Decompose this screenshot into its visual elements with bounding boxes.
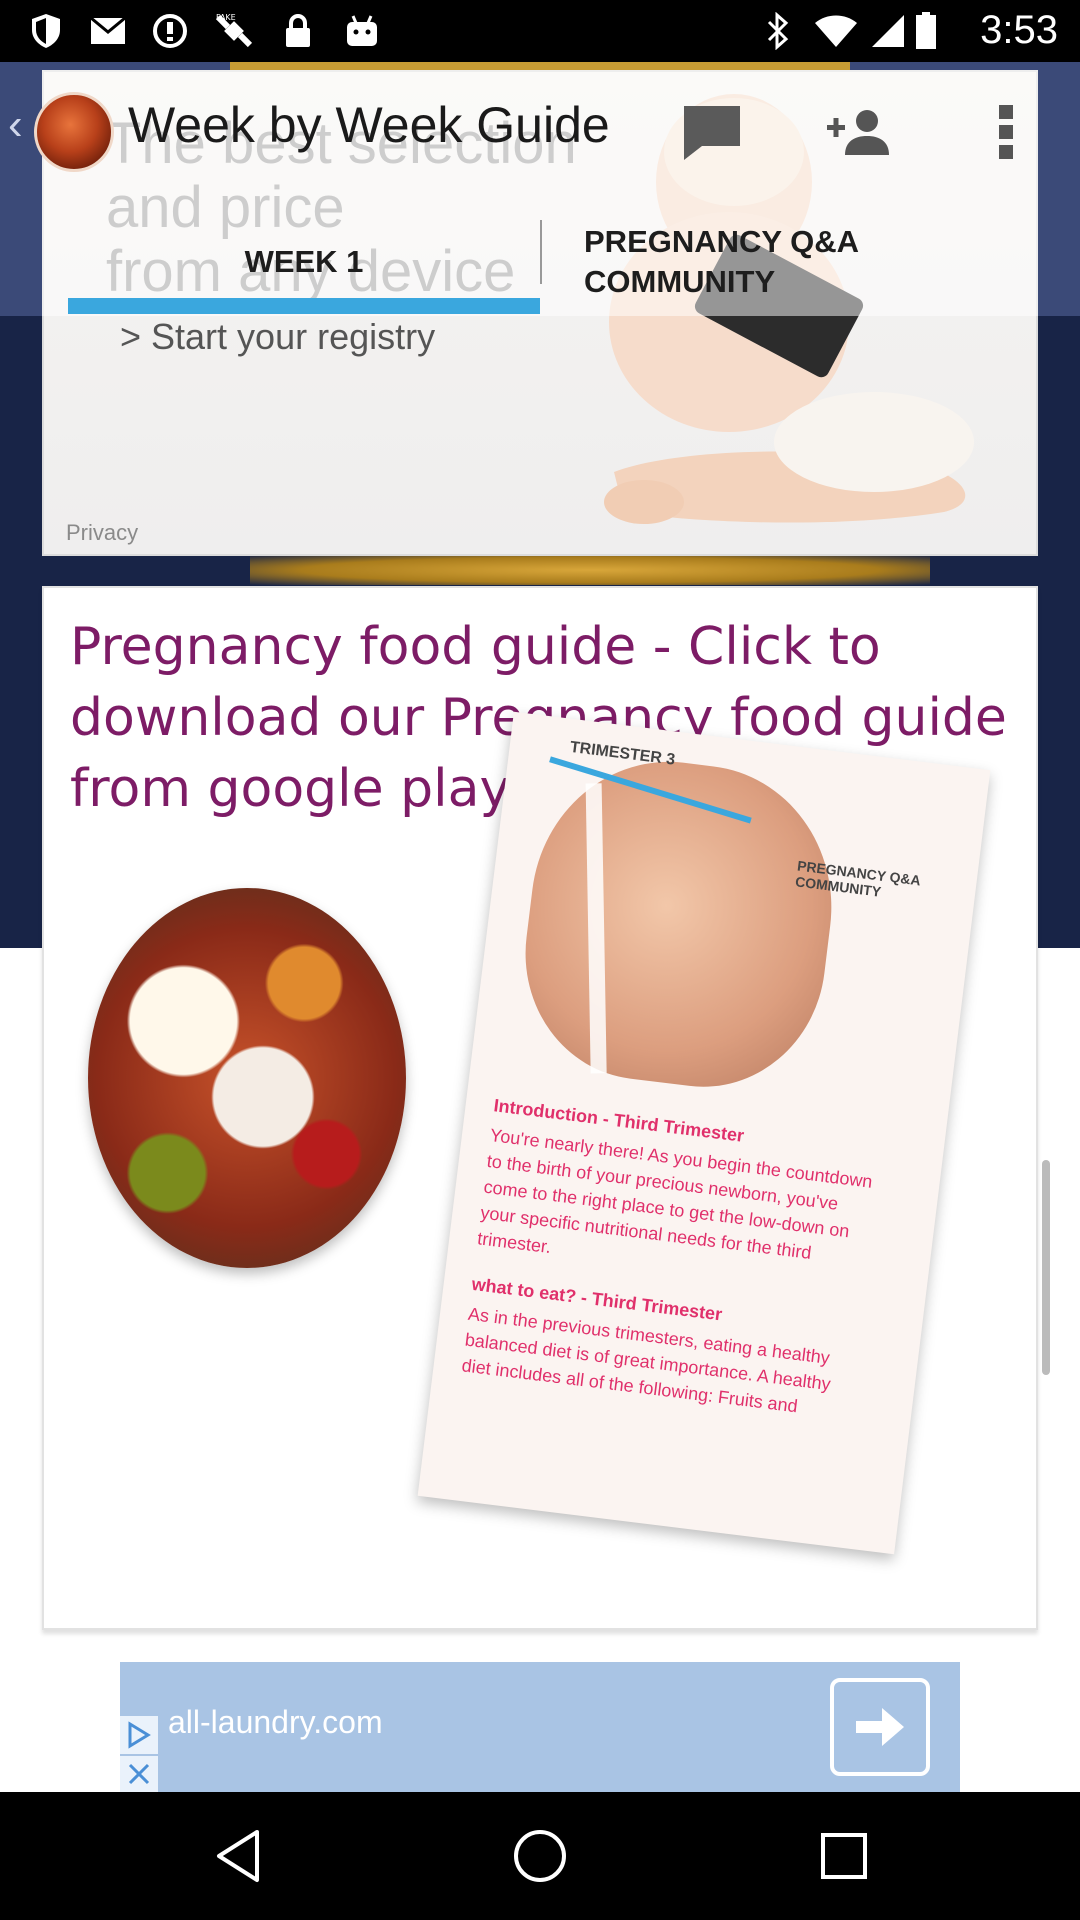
chat-icon	[684, 106, 740, 160]
home-icon	[514, 1830, 566, 1882]
arrow-right-icon	[856, 1708, 904, 1746]
back-button[interactable]	[198, 1816, 278, 1896]
chevron-left-icon: ‹	[8, 100, 23, 149]
promo-card[interactable]: Pregnancy food guide - Click to download…	[42, 586, 1038, 1630]
underlying-decoration	[250, 555, 930, 585]
back-icon	[217, 1830, 259, 1882]
ad-privacy-link[interactable]: Privacy	[66, 520, 138, 546]
add-person-icon	[827, 110, 889, 155]
recents-button[interactable]	[804, 1816, 884, 1896]
add-person-button[interactable]	[816, 92, 900, 172]
app-logo[interactable]	[34, 92, 114, 172]
ad-registry-link[interactable]: > Start your registry	[120, 316, 435, 358]
svg-text:FAKE: FAKE	[216, 13, 236, 22]
ad-choices-icon[interactable]	[120, 1716, 158, 1754]
more-vert-icon	[999, 105, 1013, 159]
tab-pregnancy-qa-community[interactable]: PREGNANCY Q&A COMMUNITY	[584, 210, 984, 314]
lock-icon	[278, 11, 318, 51]
shield-icon	[26, 11, 66, 51]
status-time: 3:53	[980, 8, 1058, 52]
tab-divider	[540, 220, 542, 284]
status-bar: FAKE 3:53	[0, 0, 1080, 62]
close-icon[interactable]	[120, 1756, 158, 1792]
banner-arrow-button[interactable]	[830, 1678, 930, 1776]
more-options-button[interactable]	[964, 92, 1048, 172]
tab-selected-indicator	[68, 298, 540, 314]
navigation-bar	[0, 1792, 1080, 1920]
mail-icon	[88, 11, 128, 51]
food-plate-image	[88, 888, 406, 1268]
app-title: Week by Week Guide	[128, 97, 610, 153]
data-saver-icon	[150, 11, 190, 51]
food-guide-preview-image: TRIMESTER 3 PREGNANCY Q&A COMMUNITY Intr…	[417, 711, 991, 1555]
wifi-icon	[814, 11, 858, 51]
banner-ad-domain[interactable]: all-laundry.com	[168, 1704, 383, 1741]
battery-icon	[912, 11, 940, 51]
bluetooth-icon	[758, 11, 798, 51]
home-button[interactable]	[500, 1816, 580, 1896]
fake-gps-icon: FAKE	[214, 11, 254, 51]
scrollbar[interactable]	[1042, 1160, 1050, 1375]
chat-button[interactable]	[670, 92, 754, 172]
tab-label: PREGNANCY Q&A COMMUNITY	[584, 224, 860, 299]
recents-icon	[821, 1833, 867, 1879]
signal-icon	[868, 11, 908, 51]
android-icon	[342, 11, 382, 51]
tab-label: WEEK 1	[244, 244, 364, 279]
banner-ad[interactable]: all-laundry.com	[120, 1662, 960, 1792]
trimester-label: TRIMESTER 3	[568, 738, 677, 769]
